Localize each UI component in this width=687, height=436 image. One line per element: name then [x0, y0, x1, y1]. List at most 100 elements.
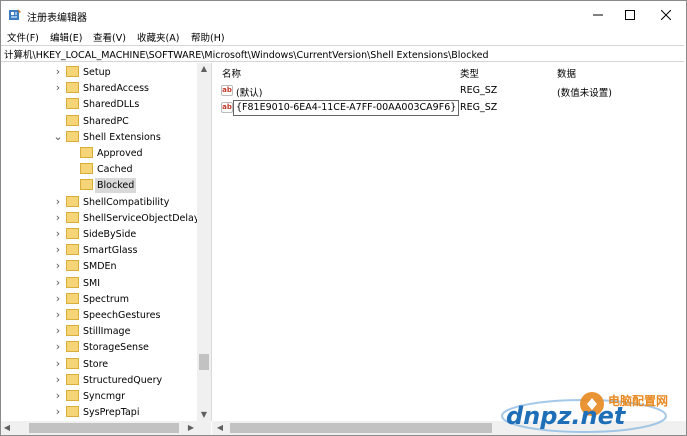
chevron-right-icon[interactable]: ›	[53, 244, 63, 255]
menu-view[interactable]: 查看(V)	[93, 30, 126, 44]
chevron-right-icon[interactable]: ›	[53, 325, 63, 336]
scroll-right-icon[interactable]: ▶	[185, 421, 197, 435]
close-button[interactable]	[649, 1, 683, 29]
tree-node-label: Store	[83, 358, 109, 370]
chevron-right-icon[interactable]: ›	[53, 228, 63, 239]
address-bar[interactable]: 计算机\HKEY_LOCAL_MACHINE\SOFTWARE\Microsof…	[1, 45, 684, 62]
chevron-right-icon[interactable]: ›	[53, 260, 63, 271]
column-header-data[interactable]: 数据	[557, 66, 576, 80]
folder-icon	[66, 130, 79, 142]
chevron-right-icon[interactable]: ›	[53, 358, 63, 369]
tree-node[interactable]: SharedDLLs	[1, 97, 197, 113]
value-name-rename-field[interactable]: {F81E9010-6EA4-11CE-A7FF-00AA003CA9F6}	[233, 100, 460, 116]
chevron-right-icon[interactable]: ›	[53, 374, 63, 385]
tree-node[interactable]: › SMI	[1, 276, 197, 292]
tree-node[interactable]: › SpeechGestures	[1, 308, 197, 324]
tree-node[interactable]: ⌄ Shell Extensions	[1, 130, 197, 146]
column-header-type[interactable]: 类型	[460, 66, 479, 80]
address-path[interactable]: 计算机\HKEY_LOCAL_MACHINE\SOFTWARE\Microsof…	[4, 47, 489, 61]
chevron-right-icon[interactable]: ›	[53, 390, 63, 401]
watermark-logo: 电脑配置网 dnpz.net	[501, 392, 668, 433]
tree-node[interactable]: Blocked	[1, 178, 197, 194]
value-name: (默认)	[236, 88, 263, 99]
minimize-button[interactable]	[581, 1, 615, 29]
folder-icon	[80, 147, 93, 158]
folder-icon	[66, 228, 79, 239]
tree-node-label: ShellCompatibility	[83, 196, 170, 208]
menu-edit[interactable]: 编辑(E)	[50, 30, 82, 44]
window-title: 注册表编辑器	[27, 13, 87, 24]
scroll-left-icon[interactable]: ◀	[214, 421, 226, 435]
tree-node-label: Shell Extensions	[83, 131, 161, 143]
tree-node[interactable]: › SharedAccess	[1, 81, 197, 97]
tree-node-label: Approved	[97, 148, 143, 159]
tree-node[interactable]: › StorageSense	[1, 340, 197, 356]
scroll-left-icon[interactable]: ◀	[1, 421, 13, 435]
registry-editor-icon	[9, 9, 21, 20]
folder-icon	[66, 325, 79, 337]
value-row[interactable]: ab (默认) REG_SZ (数值未设置)	[212, 83, 686, 99]
value-row[interactable]: ab {F81E9010-6EA4-11CE-A7FF-00AA003CA9F6…	[212, 100, 686, 116]
tree-node[interactable]: › SMDEn	[1, 259, 197, 275]
tree-node[interactable]: › ShellServiceObjectDelayl	[1, 211, 202, 227]
chevron-right-icon[interactable]: ›	[53, 212, 63, 223]
tree-node[interactable]: Cached	[1, 162, 197, 178]
folder-icon	[80, 179, 93, 191]
tree-node[interactable]: SharedPC	[1, 114, 197, 130]
chevron-right-icon[interactable]: ›	[53, 196, 63, 207]
tree-node-label: SpeechGestures	[83, 310, 161, 321]
tree-vertical-scrollbar[interactable]: ▲ ▼	[197, 63, 211, 421]
chevron-right-icon[interactable]: ›	[53, 341, 63, 352]
folder-icon	[66, 373, 79, 385]
tree-node[interactable]: › Setup	[1, 65, 197, 81]
chevron-right-icon[interactable]: ›	[53, 309, 63, 320]
column-header-name[interactable]: 名称	[222, 66, 241, 80]
folder-icon	[80, 163, 93, 175]
folder-icon	[66, 341, 79, 353]
folder-icon	[66, 276, 79, 288]
tree-node-label: Spectrum	[83, 293, 130, 305]
tree-node[interactable]: Approved	[1, 146, 197, 162]
tree-node[interactable]: › Spectrum	[1, 292, 197, 308]
tree-node[interactable]: › StructuredQuery	[1, 373, 197, 389]
string-value-icon: ab	[221, 102, 233, 113]
minimize-icon	[593, 14, 603, 16]
chevron-right-icon[interactable]: ›	[53, 66, 63, 77]
tree-node-label: StorageSense	[83, 342, 149, 354]
folder-icon	[66, 406, 79, 418]
chevron-right-icon[interactable]: ›	[53, 277, 63, 288]
menu-favorites[interactable]: 收藏夹(A)	[137, 30, 179, 44]
menu-file[interactable]: 文件(F)	[7, 30, 39, 44]
tree-node[interactable]: › ShellCompatibility	[1, 195, 197, 211]
scrollbar-thumb[interactable]	[199, 354, 209, 370]
tree-node[interactable]: › SysPrepTapi	[1, 405, 197, 421]
chevron-right-icon[interactable]: ›	[53, 293, 63, 304]
tree-node[interactable]: › Syncmgr	[1, 389, 197, 405]
menu-help[interactable]: 帮助(H)	[191, 30, 225, 44]
folder-icon	[66, 114, 79, 126]
scroll-down-icon[interactable]: ▼	[197, 409, 211, 421]
tree-node[interactable]: › SmartGlass	[1, 243, 197, 259]
folder-icon	[66, 244, 79, 256]
tree-node-label: StructuredQuery	[83, 374, 163, 386]
chevron-down-icon[interactable]: ⌄	[53, 131, 63, 142]
tree-horizontal-scrollbar[interactable]: ◀ ▶	[1, 421, 211, 435]
value-data: (数值未设置)	[557, 88, 612, 99]
chevron-right-icon[interactable]: ›	[53, 406, 63, 417]
chevron-right-icon[interactable]: ›	[53, 82, 63, 93]
maximize-button[interactable]	[613, 1, 647, 29]
menu-bar: 文件(F) 编辑(E) 查看(V) 收藏夹(A) 帮助(H)	[1, 29, 686, 44]
tree-node-label: SharedAccess	[83, 83, 149, 95]
tree-node[interactable]: › Store	[1, 357, 197, 373]
scrollbar-thumb[interactable]	[230, 423, 492, 433]
tree-node-label: SMDEn	[83, 261, 117, 273]
tree-node-label: Syncmgr	[83, 391, 126, 402]
scroll-up-icon[interactable]: ▲	[197, 63, 211, 75]
tree-node[interactable]: › SideBySide	[1, 227, 197, 243]
scrollbar-thumb[interactable]	[29, 423, 179, 433]
tree-node[interactable]: › StillImage	[1, 324, 197, 340]
key-tree-pane: › Setup › SharedAccess SharedDLLs SharedPC ⌄ Sh…	[1, 63, 212, 421]
tree-node-label: SharedDLLs	[83, 99, 140, 111]
watermark-brand: dnpz.net	[506, 402, 627, 430]
folder-icon	[66, 260, 79, 272]
